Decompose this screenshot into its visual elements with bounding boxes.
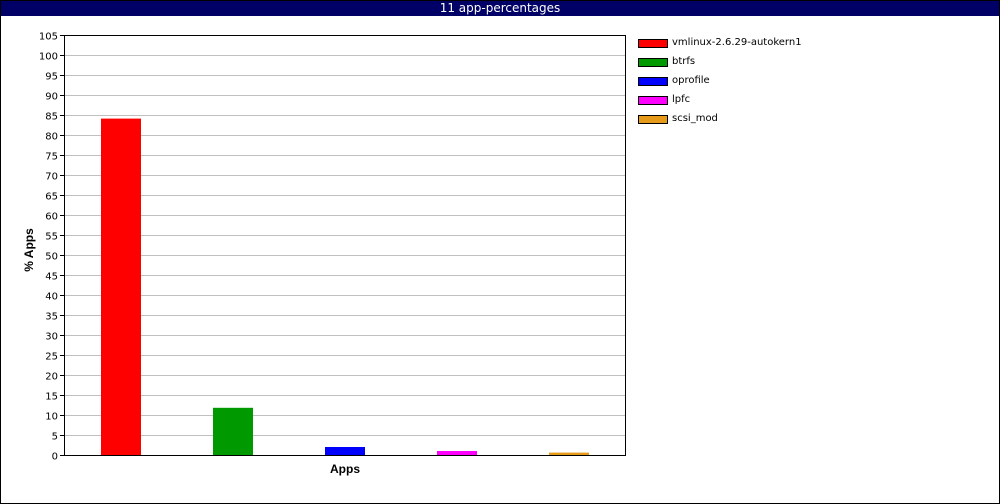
legend-label: lpfc [672,94,691,105]
legend-swatch [638,58,668,67]
legend-item: scsi_mod [638,113,978,132]
legend-swatch [638,77,668,86]
y-tick-label: 45 [45,272,58,283]
y-tick-label: 105 [39,32,58,43]
legend-item: oprofile [638,75,978,94]
y-tick-label: 0 [52,452,58,463]
bar-scsi-mod [549,452,589,455]
legend-label: vmlinux-2.6.29-autokern1 [672,37,802,48]
axes [60,35,626,456]
legend-label: scsi_mod [672,113,718,124]
legend-item: lpfc [638,94,978,113]
legend-item: btrfs [638,56,978,75]
legend: vmlinux-2.6.29-autokern1 btrfs oprofile lpf… [638,37,978,132]
y-tick-label: 60 [45,212,58,223]
y-tick-label: 70 [45,172,58,183]
y-tick-label: 95 [45,72,58,83]
y-tick-label: 25 [45,352,58,363]
y-tick-label: 90 [45,92,58,103]
legend-swatch [638,39,668,48]
bars [101,118,589,455]
gridlines [64,35,625,436]
y-tick-label: 100 [39,52,58,63]
bar-btrfs [213,407,253,455]
legend-label: btrfs [672,56,696,67]
y-tick-label: 10 [45,412,58,423]
legend-label: oprofile [672,75,710,86]
x-axis-label: Apps [330,462,360,476]
plot-border [64,35,626,456]
bar-oprofile [325,447,365,455]
y-tick-label: 50 [45,252,58,263]
y-tick-label: 80 [45,132,58,143]
legend-swatch [638,96,668,105]
y-tick-label: 75 [45,152,58,163]
y-tick-label: 30 [45,332,58,343]
y-tick-label: 55 [45,232,58,243]
y-axis-label: % Apps [22,228,36,272]
y-tick-label: 65 [45,192,58,203]
legend-swatch [638,115,668,124]
bar-vmlinux-2-6-29-autokern1 [101,118,141,455]
y-tick-label: 20 [45,372,58,383]
y-tick-label: 5 [52,432,58,443]
legend-item: vmlinux-2.6.29-autokern1 [638,37,978,56]
y-tick-label: 85 [45,112,58,123]
bar-lpfc [437,451,477,455]
y-tick-labels: 0 5 10 15 20 25 30 35 40 45 50 55 60 65 70 75 80 85 90 95 10… [39,32,58,463]
y-tick-label: 40 [45,292,58,303]
y-tick-label: 35 [45,312,58,323]
y-tick-label: 15 [45,392,58,403]
